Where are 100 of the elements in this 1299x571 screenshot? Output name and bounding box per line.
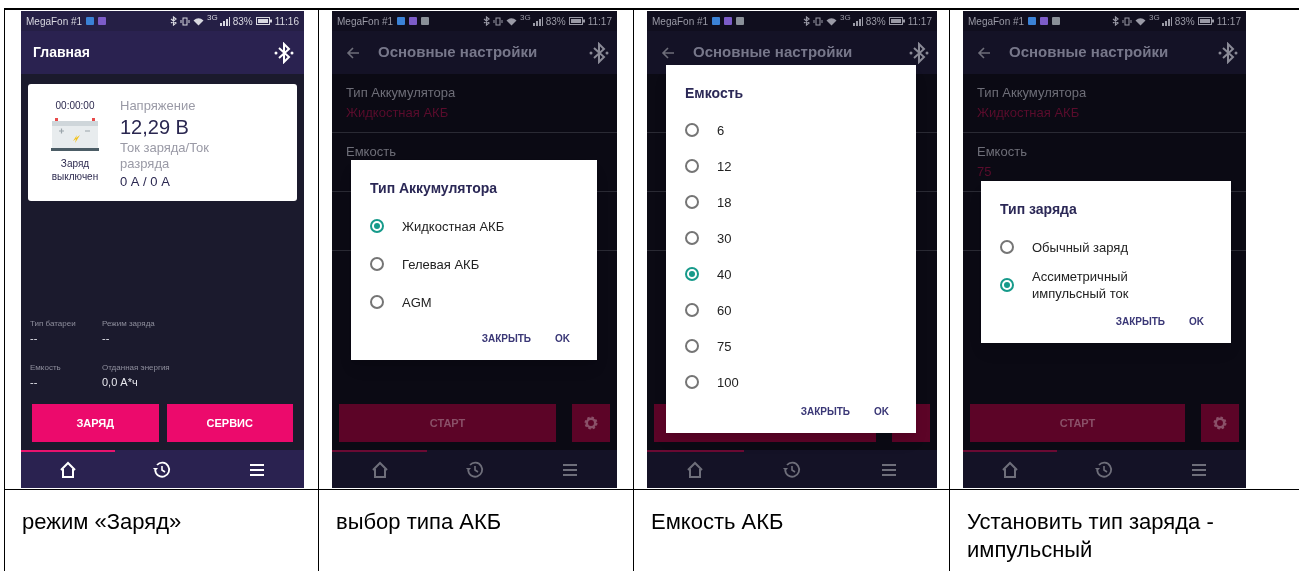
settings-button[interactable]: [572, 404, 610, 442]
battery-percent: 83%: [232, 14, 253, 29]
radio-option[interactable]: 18: [685, 184, 897, 220]
setting-value: Жидкостная АКБ: [977, 104, 1081, 122]
dialog-title: Тип Аккумулятора: [370, 179, 499, 198]
screen-title: Основные настройки: [1009, 42, 1170, 63]
radio-option[interactable]: Обычный заряд: [1000, 228, 1212, 266]
radio-option[interactable]: Гелевая АКБ: [370, 245, 578, 283]
bluetooth-icon[interactable]: [274, 41, 294, 64]
signal-icon: [532, 16, 543, 26]
option-label: Гелевая АКБ: [402, 255, 481, 273]
clock-time: 11:16: [274, 14, 299, 29]
info-label: Режим заряда: [102, 318, 156, 330]
setting-value: Жидкостная АКБ: [346, 104, 450, 122]
dialog-button[interactable]: OK: [1189, 314, 1204, 329]
caption-text: режим «Заряд»: [22, 508, 183, 536]
radio-button[interactable]: [685, 267, 699, 281]
signal-icon: [219, 16, 230, 26]
radio-option[interactable]: 100: [685, 364, 897, 400]
radio-option[interactable]: 6: [685, 112, 897, 148]
radio-option[interactable]: Жидкостная АКБ: [370, 207, 578, 245]
wifi-icon: [193, 16, 204, 26]
option-label: 30: [717, 229, 733, 247]
battery-icon: [888, 17, 905, 25]
radio-option[interactable]: 60: [685, 292, 897, 328]
screen-title: Главная: [33, 43, 90, 62]
battery-icon: [255, 17, 272, 25]
timer-text: 00:00:00: [55, 99, 95, 113]
back-arrow-icon[interactable]: [661, 45, 675, 60]
current-label: Ток заряда/Ток разряда: [120, 140, 211, 172]
option-label: AGM: [402, 293, 433, 311]
vibrate-icon: [1122, 16, 1132, 26]
wifi-icon: [506, 16, 517, 26]
setting-label: Емкость: [346, 143, 397, 161]
history-icon: [464, 460, 485, 480]
network-type: 3G: [840, 13, 851, 22]
info-value: --: [30, 331, 39, 346]
radio-button[interactable]: [370, 219, 384, 233]
radio-button[interactable]: [685, 303, 699, 317]
action-button[interactable]: СЕРВИС: [166, 404, 293, 442]
option-label: 12: [717, 157, 733, 175]
caption-text: Емкость АКБ: [651, 508, 785, 536]
screen-title: Основные настройки: [693, 42, 854, 63]
bluetooth-icon: [483, 16, 490, 26]
radio-option[interactable]: AGM: [370, 283, 578, 321]
radio-option[interactable]: 75: [685, 328, 897, 364]
history-icon: [782, 460, 802, 480]
option-label: Жидкостная АКБ: [402, 217, 506, 235]
vibrate-icon: [813, 16, 823, 26]
carrier-name: MegaFon #1: [968, 14, 1025, 29]
option-label: 75: [717, 337, 733, 355]
radio-option[interactable]: 30: [685, 220, 897, 256]
battery-percent: 83%: [865, 14, 886, 29]
dialog-button[interactable]: ЗАКРЫТЬ: [800, 404, 850, 419]
radio-button[interactable]: [685, 123, 699, 137]
radio-option[interactable]: Ассиметричный импульсный ток: [1000, 266, 1212, 304]
radio-button[interactable]: [685, 339, 699, 353]
bluetooth-icon: [1112, 16, 1119, 26]
network-type: 3G: [1149, 13, 1160, 22]
radio-button[interactable]: [685, 159, 699, 173]
radio-button[interactable]: [685, 375, 699, 389]
radio-button[interactable]: [685, 231, 699, 245]
dialog-title: Емкость: [685, 84, 745, 103]
radio-button[interactable]: [1000, 240, 1014, 254]
screen-title: Основные настройки: [378, 42, 539, 63]
option-label: Ассиметричный импульсный ток: [1032, 268, 1130, 302]
signal-icon: [1161, 16, 1172, 26]
radio-option[interactable]: 40: [685, 256, 897, 292]
dialog-button[interactable]: OK: [555, 331, 570, 346]
settings-button[interactable]: [1201, 404, 1239, 442]
gear-icon: [1212, 415, 1228, 431]
radio-button[interactable]: [685, 195, 699, 209]
network-type: 3G: [520, 13, 531, 22]
radio-button[interactable]: [370, 257, 384, 271]
option-label: 60: [717, 301, 733, 319]
back-arrow-icon[interactable]: [977, 45, 991, 60]
bluetooth-icon: [170, 16, 177, 26]
dialog-button[interactable]: ЗАКРЫТЬ: [481, 331, 531, 346]
action-button[interactable]: ЗАРЯД: [32, 404, 159, 442]
option-label: 100: [717, 373, 740, 391]
info-label: Емкость: [30, 362, 62, 374]
dialog-button[interactable]: ЗАКРЫТЬ: [1115, 314, 1165, 329]
clock-time: 11:17: [587, 14, 612, 29]
charge-status: Заряд выключен: [50, 157, 100, 183]
battery-icon: [1197, 17, 1214, 25]
info-label: Отданная энергия: [102, 362, 171, 374]
info-value: --: [102, 331, 111, 346]
radio-option[interactable]: 12: [685, 148, 897, 184]
caption-text: выбор типа АКБ: [336, 508, 503, 536]
voltage-value: 12,29 В: [120, 115, 190, 140]
history-icon: [1094, 460, 1115, 480]
battery-icon: [568, 17, 585, 25]
info-value: --: [30, 375, 39, 390]
radio-button[interactable]: [1000, 278, 1014, 292]
clock-time: 11:17: [1216, 14, 1241, 29]
dialog-button[interactable]: OK: [874, 404, 889, 419]
option-label: Обычный заряд: [1032, 238, 1129, 256]
setting-value: 75: [977, 163, 993, 181]
back-arrow-icon[interactable]: [346, 45, 360, 60]
radio-button[interactable]: [370, 295, 384, 309]
